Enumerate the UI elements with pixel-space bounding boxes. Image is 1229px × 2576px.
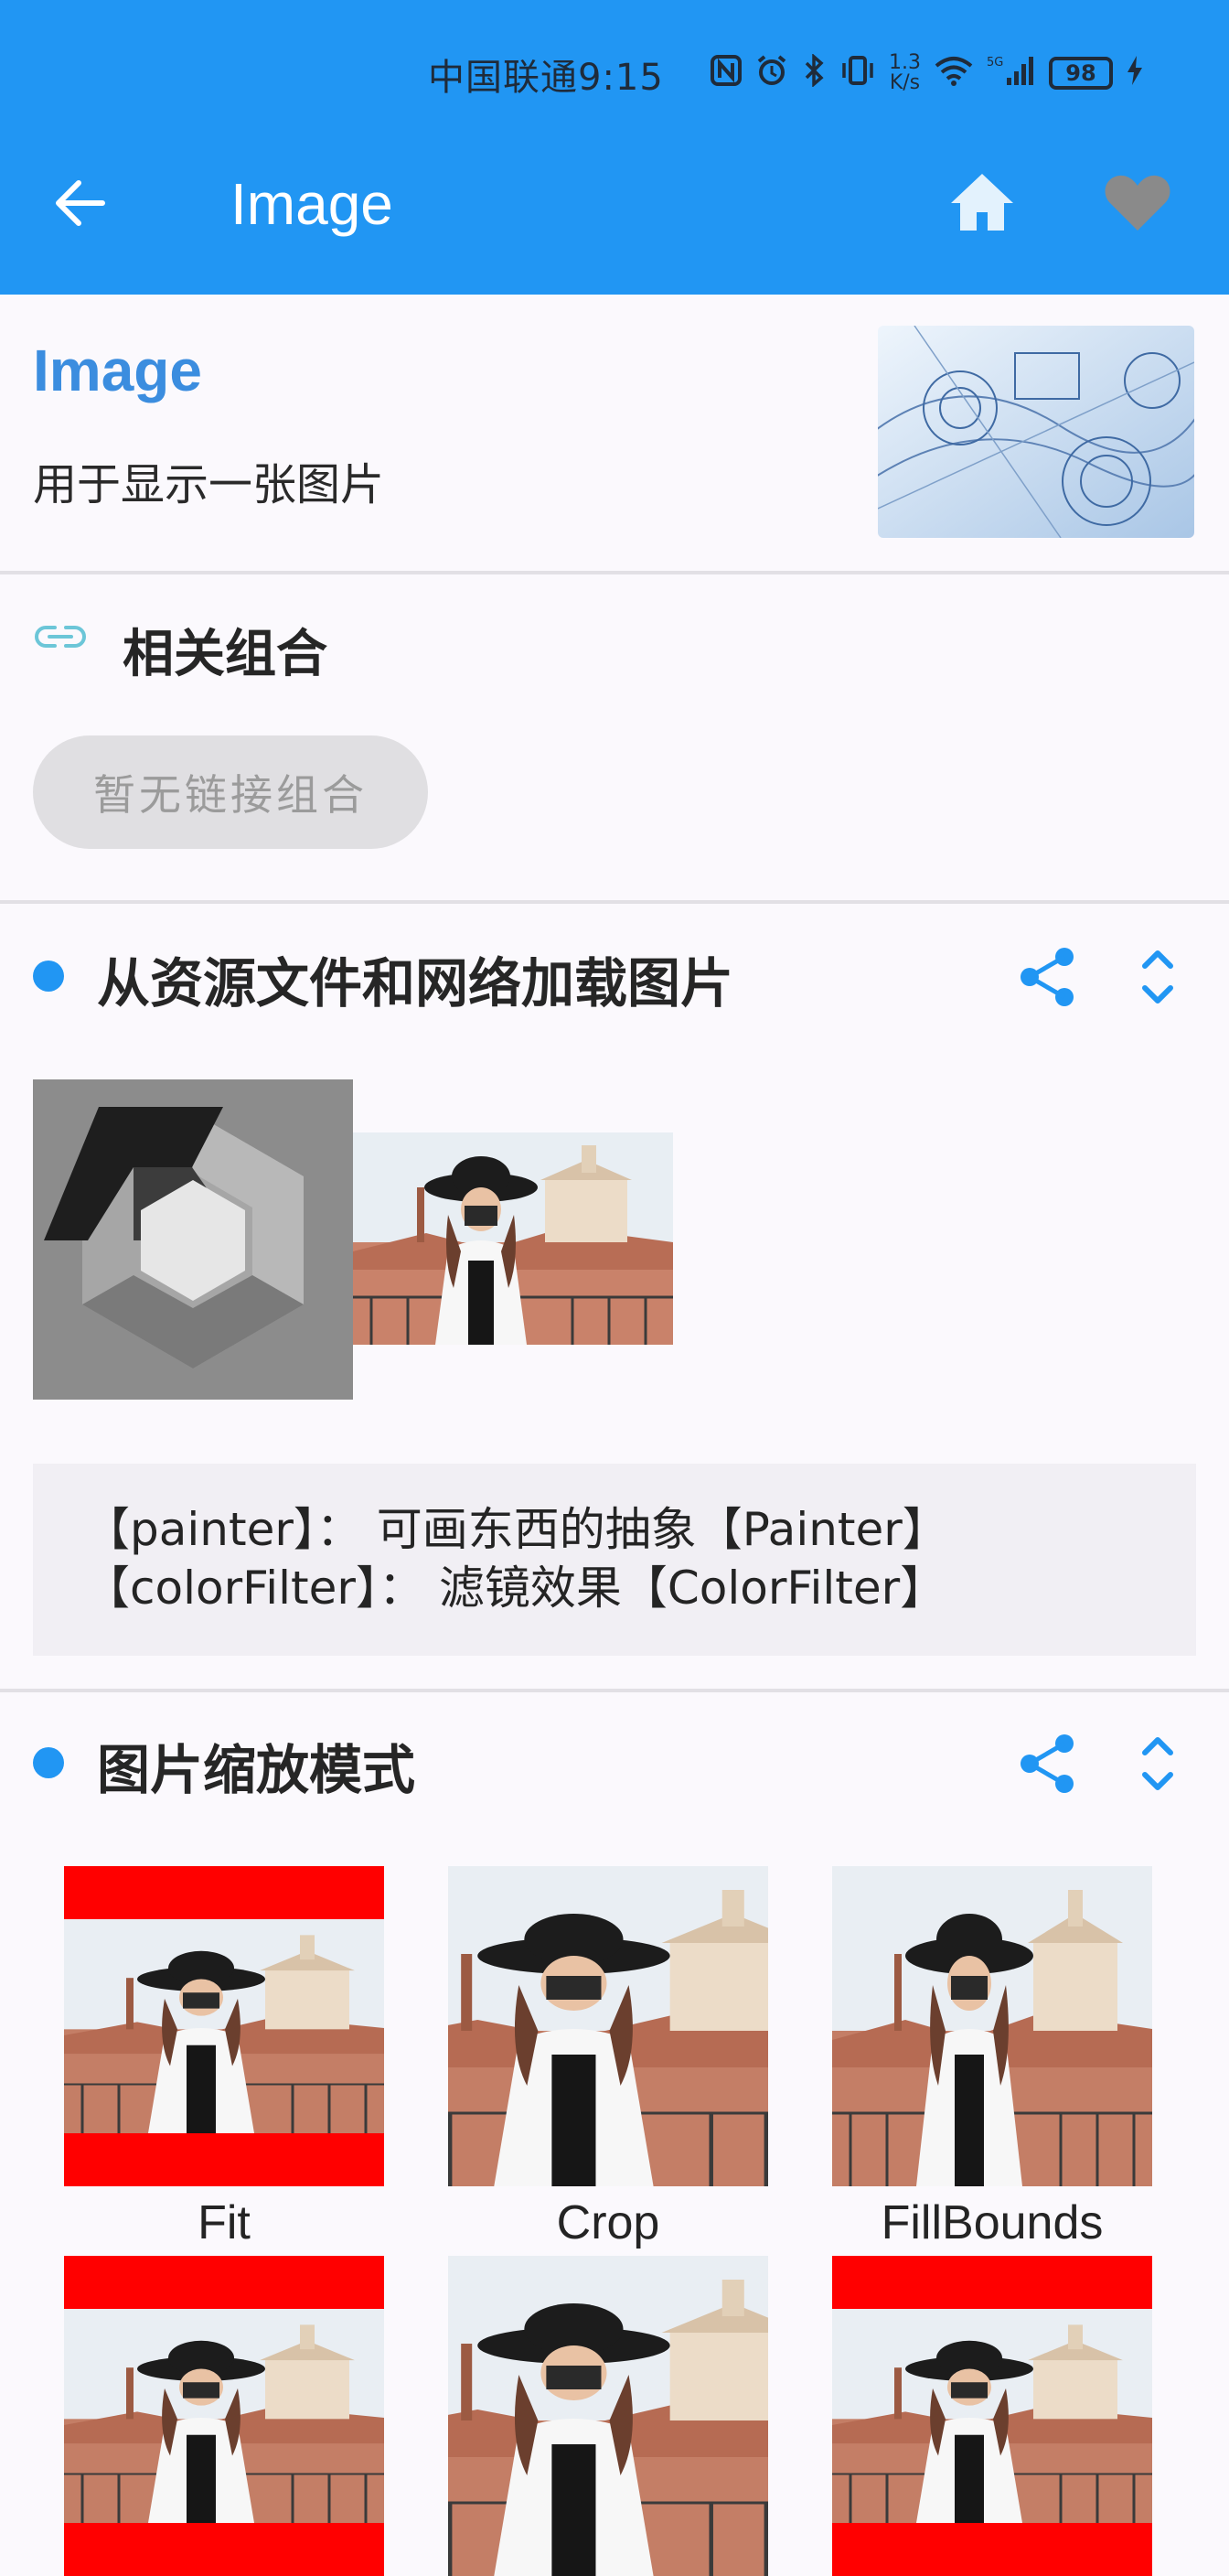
photo-image bbox=[832, 2309, 1152, 2523]
section-bullet bbox=[33, 961, 64, 992]
scale-label: Crop bbox=[556, 2196, 660, 2249]
scale-label: FillBounds bbox=[881, 2196, 1104, 2249]
divider bbox=[0, 900, 1229, 904]
status-bar: 中国联通9:15 1.3 K/s 5G 98 bbox=[0, 48, 1229, 99]
intro-thumbnail bbox=[878, 326, 1194, 538]
battery-indicator: 98 bbox=[1049, 57, 1113, 90]
unfold-icon bbox=[1142, 950, 1173, 1004]
section-title: 从资源文件和网络加载图片 bbox=[97, 952, 734, 1014]
app-bar: 中国联通9:15 1.3 K/s 5G 98 Image bbox=[0, 0, 1229, 295]
scale-image bbox=[448, 2256, 768, 2576]
scale-mode-5 bbox=[448, 2256, 768, 2576]
scale-image bbox=[64, 2256, 384, 2576]
expand-button[interactable] bbox=[1123, 942, 1192, 1012]
scale-image bbox=[64, 1866, 384, 2186]
wifi-icon bbox=[934, 54, 974, 92]
back-button[interactable] bbox=[51, 174, 124, 238]
related-title: 相关组合 bbox=[123, 625, 327, 684]
related-chip[interactable]: 暂无链接组合 bbox=[33, 735, 428, 849]
section-description: 【painter】： 可画东西的抽象【Painter】 【colorFilter… bbox=[33, 1464, 1196, 1656]
vibrate-icon bbox=[839, 54, 876, 92]
scale-mode-crop: Crop bbox=[448, 1866, 768, 2249]
intro-title: Image bbox=[33, 338, 202, 403]
share-button[interactable] bbox=[1013, 942, 1083, 1012]
charging-icon bbox=[1126, 54, 1144, 92]
toolbar-title: Image bbox=[230, 171, 393, 237]
photo-image bbox=[64, 1919, 384, 2133]
share-button[interactable] bbox=[1013, 1729, 1083, 1798]
description-line: 【painter】： 可画东西的抽象【Painter】 bbox=[84, 1503, 948, 1556]
alarm-icon bbox=[755, 54, 788, 92]
section-bullet bbox=[33, 1747, 64, 1778]
nfc-icon bbox=[710, 54, 743, 92]
carrier-time: 中国联通9:15 bbox=[428, 57, 664, 99]
share-icon bbox=[1021, 1734, 1074, 1793]
scale-image bbox=[832, 2256, 1152, 2576]
scale-mode-fillbounds: FillBounds bbox=[832, 1866, 1152, 2249]
component-intro: Image 用于显示一张图片 bbox=[0, 295, 1229, 571]
photo-image bbox=[448, 2256, 768, 2576]
scale-label: Fit bbox=[198, 2196, 251, 2249]
arrow-left-icon bbox=[56, 180, 105, 226]
divider bbox=[0, 571, 1229, 574]
scale-mode-fit: Fit bbox=[64, 1866, 384, 2249]
signal-icon: 5G bbox=[987, 54, 1036, 92]
bluetooth-icon bbox=[801, 53, 827, 92]
svg-text:5G: 5G bbox=[987, 56, 1003, 70]
scale-mode-4 bbox=[64, 2256, 384, 2576]
description-line: 【colorFilter】： 滤镜效果【ColorFilter】 bbox=[84, 1562, 946, 1615]
heart-icon bbox=[1105, 175, 1170, 231]
section-title: 图片缩放模式 bbox=[97, 1739, 416, 1801]
favorite-button[interactable] bbox=[1103, 170, 1176, 240]
resource-image bbox=[33, 1079, 353, 1400]
home-icon bbox=[951, 174, 1013, 231]
home-button[interactable] bbox=[947, 170, 1021, 240]
photo-image bbox=[64, 2309, 384, 2523]
network-image bbox=[353, 1132, 673, 1345]
expand-button[interactable] bbox=[1123, 1729, 1192, 1798]
status-icons: 1.3 K/s 5G 98 bbox=[710, 49, 1144, 97]
scale-image bbox=[832, 1866, 1152, 2186]
unfold-icon bbox=[1142, 1737, 1173, 1790]
network-speed: 1.3 K/s bbox=[889, 51, 921, 94]
share-icon bbox=[1021, 948, 1074, 1006]
photo-image bbox=[448, 1866, 768, 2186]
scale-image bbox=[448, 1866, 768, 2186]
scale-mode-6 bbox=[832, 2256, 1152, 2576]
photo-image bbox=[832, 1866, 1152, 2186]
divider bbox=[0, 1689, 1229, 1692]
intro-description: 用于显示一张图片 bbox=[33, 459, 385, 510]
link-icon bbox=[33, 613, 88, 660]
